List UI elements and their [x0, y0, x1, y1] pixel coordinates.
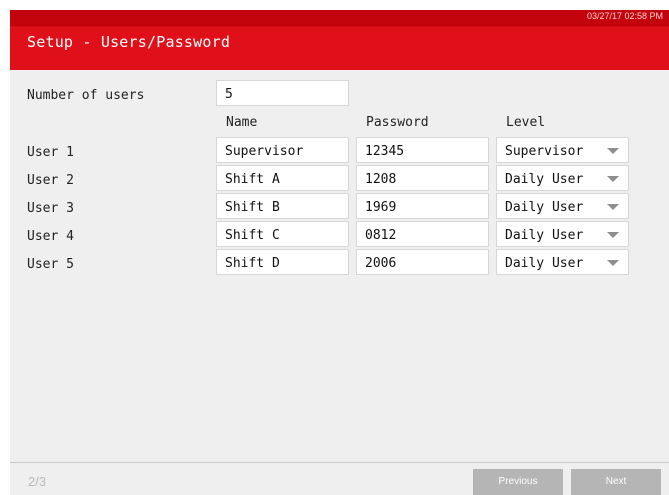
user-name-field[interactable]: Supervisor — [216, 137, 349, 163]
chevron-down-icon — [607, 204, 619, 210]
user-password-field[interactable]: 2006 — [356, 249, 489, 275]
header-bar: 03/27/17 02:58 PM Setup - Users/Password — [10, 10, 669, 70]
user-level-select[interactable]: Daily User — [496, 193, 629, 219]
user-level-value: Supervisor — [505, 144, 584, 159]
user-password-field[interactable]: 0812 — [356, 221, 489, 247]
user-level-select[interactable]: Supervisor — [496, 137, 629, 163]
number-of-users-field[interactable]: 5 — [216, 80, 349, 106]
timestamp: 03/27/17 02:58 PM — [586, 11, 663, 21]
user-label: User 2 — [27, 173, 74, 188]
screen: 03/27/17 02:58 PM Setup - Users/Password… — [10, 10, 669, 495]
user-level-value: Daily User — [505, 256, 584, 271]
page-indicator: 2/3 — [28, 474, 47, 489]
user-password-field[interactable]: 1969 — [356, 193, 489, 219]
column-header-password: Password — [366, 115, 429, 130]
user-level-value: Daily User — [505, 228, 584, 243]
user-name-field[interactable]: Shift D — [216, 249, 349, 275]
user-name-field[interactable]: Shift B — [216, 193, 349, 219]
user-label: User 1 — [27, 145, 74, 160]
chevron-down-icon — [607, 260, 619, 266]
chevron-down-icon — [607, 148, 619, 154]
user-password-field[interactable]: 12345 — [356, 137, 489, 163]
chevron-down-icon — [607, 232, 619, 238]
number-of-users-label: Number of users — [27, 88, 145, 103]
chevron-down-icon — [607, 176, 619, 182]
user-password-field[interactable]: 1208 — [356, 165, 489, 191]
next-button[interactable]: Next — [571, 469, 661, 495]
user-level-select[interactable]: Daily User — [496, 249, 629, 275]
user-level-value: Daily User — [505, 200, 584, 215]
user-level-value: Daily User — [505, 172, 584, 187]
user-label: User 4 — [27, 229, 74, 244]
column-header-level: Level — [506, 115, 546, 130]
user-label: User 5 — [27, 257, 74, 272]
previous-button[interactable]: Previous — [473, 469, 563, 495]
user-name-field[interactable]: Shift A — [216, 165, 349, 191]
user-label: User 3 — [27, 201, 74, 216]
footer-divider — [10, 462, 669, 463]
page-title: Setup - Users/Password — [27, 33, 231, 51]
column-header-name: Name — [226, 115, 258, 130]
user-level-select[interactable]: Daily User — [496, 221, 629, 247]
user-level-select[interactable]: Daily User — [496, 165, 629, 191]
user-name-field[interactable]: Shift C — [216, 221, 349, 247]
